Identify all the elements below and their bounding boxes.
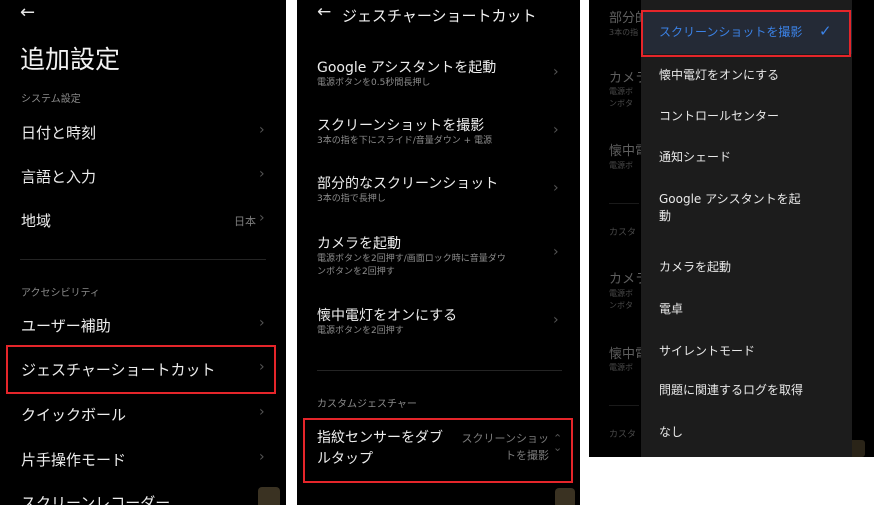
option-label-line1: Google アシスタントを起 — [659, 192, 801, 206]
item-title: 部分的なスクリーンショット — [317, 176, 499, 192]
menu-option-control-center[interactable]: コントロールセンター — [641, 96, 852, 136]
menu-option-calculator[interactable]: 電卓 — [641, 288, 852, 328]
gesture-action-dropdown-screen: 部分的 3本の指 カメラ 電源ボ ンボタ 懐中電 電源ボ カスタ カメラ 電源ボ… — [589, 0, 874, 457]
settings-row-datetime[interactable]: 日付と時刻 › — [0, 112, 286, 154]
chevron-right-icon: › — [259, 210, 265, 226]
menu-option-google-assistant[interactable]: Google アシスタントを起 動 — [641, 178, 852, 242]
chevron-right-icon: › — [553, 312, 559, 328]
row-label: クイックボール — [21, 406, 127, 424]
chevron-right-icon: › — [553, 244, 559, 260]
menu-option-none[interactable]: なし — [641, 414, 852, 452]
option-label-line2: 動 — [659, 209, 672, 223]
highlight-box — [6, 345, 276, 394]
page-title: ジェスチャーショートカット — [342, 7, 537, 25]
highlight-box — [641, 10, 851, 57]
bg-item-subtitle: 電源ボ — [609, 363, 633, 372]
settings-row-screen-recorder[interactable]: スクリーンレコーダー — [0, 482, 286, 505]
page-title: 追加設定 — [20, 45, 121, 74]
bg-item-subtitle: 電源ボ — [609, 289, 633, 298]
section-header-accessibility: アクセシビリティ — [21, 288, 100, 299]
bg-item-subtitle: ンボタ — [609, 99, 633, 108]
item-subtitle: 電源ボタンを2回押す/画面ロック時に音量ダウ — [317, 254, 506, 264]
item-title: カメラを起動 — [317, 236, 401, 252]
chevron-right-icon: › — [553, 180, 559, 196]
bg-item-subtitle: 電源ボ — [609, 161, 633, 170]
settings-row-language[interactable]: 言語と入力 › — [0, 156, 286, 198]
section-header-custom: カスタムジェスチャー — [317, 399, 417, 410]
bg-section: カスタ — [609, 430, 637, 440]
divider — [609, 203, 639, 204]
floating-ball-icon[interactable] — [555, 488, 575, 505]
option-label: カメラを起動 — [659, 260, 732, 274]
row-label: 片手操作モード — [21, 451, 127, 469]
divider — [609, 405, 639, 406]
option-label: 問題に関連するログを取得 — [659, 383, 804, 397]
settings-row-region[interactable]: 地域 日本 › — [0, 200, 286, 242]
gesture-item-flashlight[interactable]: 懐中電灯をオンにする 電源ボタンを2回押す › — [297, 300, 580, 348]
row-label: 言語と入力 — [21, 168, 97, 186]
item-subtitle: 3本の指で長押し — [317, 194, 386, 204]
chevron-right-icon: › — [259, 404, 265, 420]
gesture-item-google-assistant[interactable]: Google アシスタントを起動 電源ボタンを0.5秒間長押し › — [297, 52, 580, 100]
settings-row-quickball[interactable]: クイックボール › — [0, 392, 286, 434]
back-arrow-icon[interactable]: ← — [20, 2, 35, 23]
item-subtitle: 3本の指を下にスライド/音量ダウン + 電源 — [317, 136, 493, 146]
item-subtitle: ンボタンを2回押す — [317, 267, 395, 277]
option-label: サイレントモード — [659, 344, 756, 358]
option-label: コントロールセンター — [659, 109, 780, 123]
settings-row-accessibility[interactable]: ユーザー補助 › — [0, 303, 286, 345]
option-label: 電卓 — [659, 302, 684, 316]
item-title: 懐中電灯をオンにする — [317, 308, 458, 324]
chevron-right-icon: › — [259, 315, 265, 331]
bg-item-subtitle: ンボタ — [609, 301, 633, 310]
bg-section: カスタ — [609, 228, 637, 238]
section-header-system: システム設定 — [21, 94, 81, 105]
bg-item-subtitle: 電源ボ — [609, 87, 633, 96]
chevron-right-icon: › — [259, 166, 265, 182]
menu-option-camera[interactable]: カメラを起動 — [641, 246, 852, 286]
row-label: 地域 — [21, 212, 52, 230]
row-label: 日付と時刻 — [21, 124, 97, 142]
chevron-right-icon: › — [553, 122, 559, 138]
additional-settings-screen: ← 追加設定 システム設定 日付と時刻 › 言語と入力 › 地域 日本 › アク… — [0, 0, 286, 505]
item-title: スクリーンショットを撮影 — [317, 118, 485, 134]
row-label: ユーザー補助 — [21, 317, 111, 335]
item-subtitle: 電源ボタンを0.5秒間長押し — [317, 78, 431, 88]
menu-option-capture-bug-log[interactable]: 問題に関連するログを取得 — [641, 372, 852, 412]
floating-ball-icon[interactable] — [258, 487, 280, 505]
divider — [20, 259, 266, 260]
chevron-right-icon: › — [259, 449, 265, 465]
gesture-shortcut-screen: ← ジェスチャーショートカット Google アシスタントを起動 電源ボタンを0… — [297, 0, 580, 505]
action-select-menu: スクリーンショットを撮影 ✓ 懐中電灯をオンにする コントロールセンター 通知シ… — [641, 0, 852, 457]
bg-item-subtitle: 3本の指 — [609, 28, 639, 37]
menu-option-silent-mode[interactable]: サイレントモード — [641, 330, 852, 370]
highlight-box — [303, 418, 573, 483]
option-label: 通知シェード — [659, 150, 732, 164]
item-title: Google アシスタントを起動 — [317, 60, 497, 76]
chevron-right-icon: › — [553, 64, 559, 80]
item-subtitle: 電源ボタンを2回押す — [317, 326, 404, 336]
gesture-item-camera[interactable]: カメラを起動 電源ボタンを2回押す/画面ロック時に音量ダウ ンボタンを2回押す … — [297, 228, 580, 286]
chevron-right-icon: › — [259, 122, 265, 138]
back-arrow-icon[interactable]: ← — [317, 2, 331, 22]
gesture-item-screenshot[interactable]: スクリーンショットを撮影 3本の指を下にスライド/音量ダウン + 電源 › — [297, 110, 580, 158]
divider — [317, 370, 562, 371]
gesture-item-partial-screenshot[interactable]: 部分的なスクリーンショット 3本の指で長押し › — [297, 168, 580, 216]
menu-option-flashlight[interactable]: 懐中電灯をオンにする — [641, 55, 852, 95]
settings-row-one-hand[interactable]: 片手操作モード › — [0, 437, 286, 479]
option-label: 懐中電灯をオンにする — [659, 68, 780, 82]
row-label: スクリーンレコーダー — [21, 494, 171, 505]
region-value: 日本 — [234, 215, 256, 228]
option-label: なし — [659, 425, 684, 439]
menu-option-notification-shade[interactable]: 通知シェード — [641, 137, 852, 177]
